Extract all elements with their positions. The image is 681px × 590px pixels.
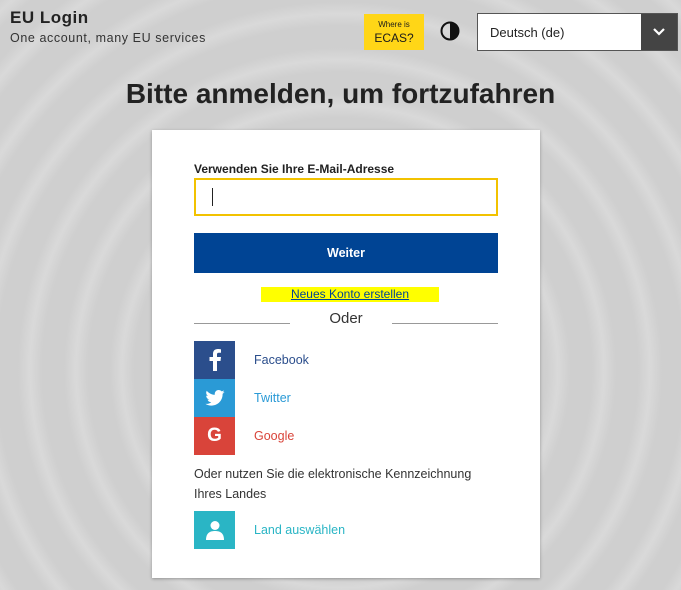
contrast-icon[interactable] [440,21,460,41]
facebook-login-button[interactable]: Facebook [194,341,494,379]
twitter-icon [194,379,235,417]
facebook-label: Facebook [254,353,309,367]
select-country-button[interactable]: Land auswählen [194,511,494,549]
facebook-icon [194,341,235,379]
page-title: Bitte anmelden, um fortzufahren [125,78,556,109]
twitter-label: Twitter [254,391,291,405]
divider-left [194,323,290,324]
chevron-down-icon [641,14,677,50]
or-label: Oder [329,310,363,327]
language-selected: Deutsch (de) [490,24,565,40]
select-country-label: Land auswählen [254,523,346,537]
divider-right [392,323,498,324]
next-button[interactable]: Weiter [194,233,498,273]
user-icon [194,511,235,549]
text-cursor [212,188,213,206]
ecas-small-label: Where is [378,19,410,29]
national-eid-hint: Oder nutzen Sie die elektronische Kennze… [194,467,472,501]
twitter-login-button[interactable]: Twitter [194,379,494,417]
google-label: Google [254,429,295,443]
email-input[interactable] [194,178,498,216]
app-subtitle: One account, many EU services [10,31,206,45]
where-is-ecas-button[interactable]: Where is ECAS? [364,14,424,50]
login-card: Verwenden Sie Ihre E-Mail-Adresse Weiter… [152,130,540,578]
language-select[interactable]: Deutsch (de) [477,13,678,51]
brand: EU Login One account, many EU services [10,8,206,45]
ecas-big-label: ECAS? [374,30,414,45]
google-icon: G [194,417,235,455]
app-title: EU Login [10,8,89,27]
email-label: Verwenden Sie Ihre E-Mail-Adresse [194,162,395,176]
create-account-link[interactable]: Neues Konto erstellen [261,287,439,302]
google-login-button[interactable]: G Google [194,417,494,455]
